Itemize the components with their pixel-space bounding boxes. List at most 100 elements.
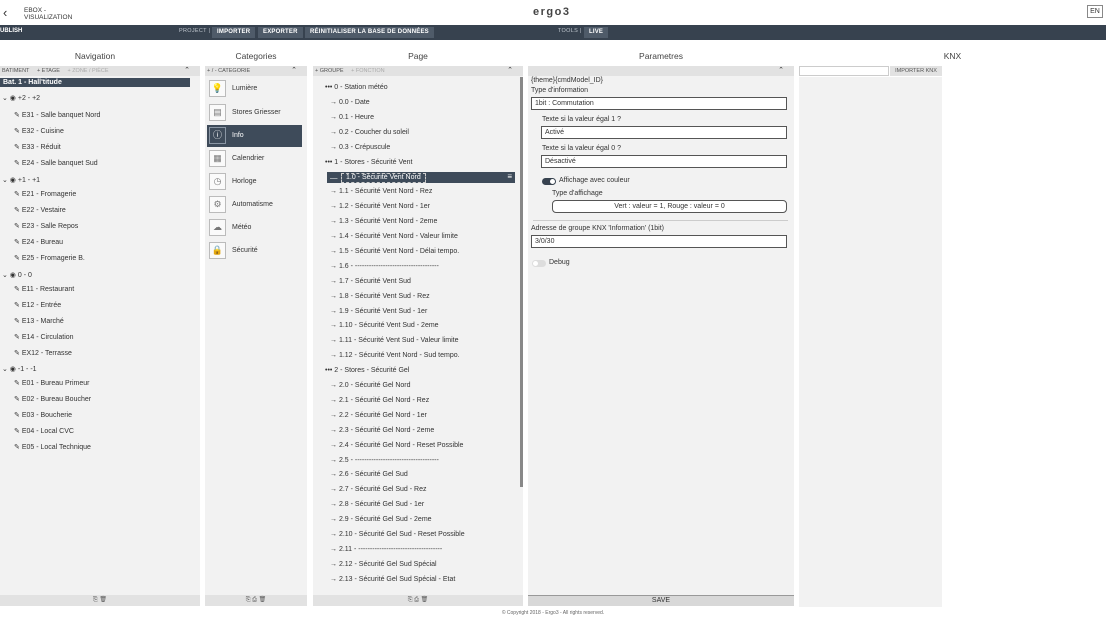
page-group[interactable]: ••• 2 - Stores - Sécurité Gel xyxy=(325,367,409,374)
nav-room[interactable]: ✎ E33 - Réduit xyxy=(14,143,61,151)
exporter-button[interactable]: EXPORTER xyxy=(258,27,303,38)
nav-room[interactable]: ✎ E02 - Bureau Boucher xyxy=(14,395,91,403)
nav-room[interactable]: ✎ E14 - Circulation xyxy=(14,333,74,341)
add-category-button[interactable]: + / - CATEGORIE xyxy=(207,68,250,74)
category-item[interactable]: ⓘ Info xyxy=(207,125,302,147)
page-function[interactable]: → 1.12 - Sécurité Vent Nord - Sud tempo. xyxy=(330,352,460,359)
import-knx-button[interactable]: IMPORTER KNX xyxy=(890,66,942,76)
page-function[interactable]: → 1.10 - Sécurité Vent Sud - 2eme xyxy=(330,322,439,329)
page-footer[interactable]: ⎘ ⎙ 🗑 xyxy=(313,595,523,606)
nav-floor[interactable]: ⌄ ◉ 0 - 0 xyxy=(2,271,32,279)
page-function[interactable]: → 1.5 - Sécurité Vent Nord - Délai tempo… xyxy=(330,248,459,255)
category-item[interactable]: 🔒 Sécurité xyxy=(207,240,302,262)
page-function[interactable]: → 1.9 - Sécurité Vent Sud - 1er xyxy=(330,308,427,315)
nav-room[interactable]: ✎ E32 - Cuisine xyxy=(14,127,64,135)
menu-icon[interactable]: ≡ xyxy=(507,172,512,181)
nav-room[interactable]: ✎ E03 - Boucherie xyxy=(14,411,72,419)
save-button[interactable]: SAVE xyxy=(528,595,794,606)
text0-input[interactable]: Désactivé xyxy=(541,155,787,168)
add-groupe-button[interactable]: + GROUPE xyxy=(315,68,344,74)
page-function[interactable]: → 0.3 - Crépuscule xyxy=(330,144,390,151)
categories-footer[interactable]: ⎘ ⎙ 🗑 xyxy=(205,595,307,606)
collapse-chevron-icon[interactable]: ⌃ xyxy=(507,66,513,76)
nav-room[interactable]: ✎ E05 - Local Technique xyxy=(14,443,91,451)
nav-floor[interactable]: ⌄ ◉ -1 - -1 xyxy=(2,365,37,373)
page-group[interactable]: ••• 1 - Stores - Sécurité Vent xyxy=(325,159,413,166)
page-function[interactable]: → 2.10 - Sécurité Gel Sud - Reset Possib… xyxy=(330,531,465,538)
page-scrollbar[interactable] xyxy=(520,77,523,487)
language-button[interactable]: EN xyxy=(1087,5,1103,18)
page-function[interactable]: → 2.8 - Sécurité Gel Sud - 1er xyxy=(330,501,424,508)
page-function[interactable]: → 2.0 - Sécurité Gel Nord xyxy=(330,382,411,389)
page-group[interactable]: ••• 0 - Station météo xyxy=(325,84,388,91)
nav-room[interactable]: ✎ E25 - Fromagerie B. xyxy=(14,254,85,262)
nav-floor[interactable]: ⌄ ◉ +2 - +2 xyxy=(2,94,40,102)
page-function[interactable]: → 1.1 - Sécurité Vent Nord - Rez xyxy=(330,188,432,195)
page-function[interactable]: → 2.1 - Sécurité Gel Nord - Rez xyxy=(330,397,429,404)
page-function[interactable]: → 2.11 - -------------------------------… xyxy=(330,546,442,553)
nav-room[interactable]: ✎ E24 - Bureau xyxy=(14,238,63,246)
page-function[interactable]: → 2.7 - Sécurité Gel Sud - Rez xyxy=(330,486,426,493)
add-fonction-button[interactable]: + FONCTION xyxy=(351,68,384,74)
page-function[interactable]: → 2.12 - Sécurité Gel Sud Spécial xyxy=(330,561,437,568)
add-etage-button[interactable]: + ETAGE xyxy=(37,68,60,74)
knx-file-input[interactable] xyxy=(799,66,889,76)
page-function[interactable]: → 0.1 - Heure xyxy=(330,114,374,121)
nav-room[interactable]: ✎ E31 - Salle banquet Nord xyxy=(14,111,100,119)
nav-room[interactable]: ✎ E23 - Salle Repos xyxy=(14,222,78,230)
type-info-select[interactable]: 1bit : Commutation xyxy=(531,97,787,110)
page-function[interactable]: → 1.4 - Sécurité Vent Nord - Valeur limi… xyxy=(330,233,458,240)
page-function[interactable]: → 1.2 - Sécurité Vent Nord - 1er xyxy=(330,203,430,210)
reset-database-button[interactable]: RÉINITIALISER LA BASE DE DONNÉES xyxy=(305,27,434,38)
category-item[interactable]: ▤ Stores Griesser xyxy=(207,102,302,124)
category-item[interactable]: 💡 Lumière xyxy=(207,78,302,100)
knx-address-input[interactable]: 3/0/30 xyxy=(531,235,787,248)
category-item[interactable]: ⚙ Automatisme xyxy=(207,194,302,216)
importer-button[interactable]: IMPORTER xyxy=(212,27,256,38)
back-icon[interactable]: ‹ xyxy=(3,5,7,20)
page-function[interactable]: → 2.4 - Sécurité Gel Nord - Reset Possib… xyxy=(330,442,463,449)
page-function[interactable]: → 1.7 - Sécurité Vent Sud xyxy=(330,278,411,285)
category-item[interactable]: ☁ Météo xyxy=(207,217,302,239)
nav-room[interactable]: ✎ E12 - Entrée xyxy=(14,301,61,309)
collapse-chevron-icon[interactable]: ⌃ xyxy=(184,66,190,76)
color-display-toggle[interactable] xyxy=(542,178,556,185)
page-function[interactable]: → 2.9 - Sécurité Gel Sud - 2eme xyxy=(330,516,432,523)
nav-floor[interactable]: ⌄ ◉ +1 - +1 xyxy=(2,176,40,184)
debug-toggle[interactable] xyxy=(532,260,546,267)
collapse-chevron-icon[interactable]: ⌃ xyxy=(291,66,297,76)
page-function[interactable]: → 1.8 - Sécurité Vent Sud - Rez xyxy=(330,293,430,300)
display-type-select[interactable]: Vert : valeur = 1, Rouge : valeur = 0 xyxy=(552,200,787,213)
nav-room[interactable]: ✎ E01 - Bureau Primeur xyxy=(14,379,90,387)
page-function[interactable]: → 1.3 - Sécurité Vent Nord - 2eme xyxy=(330,218,437,225)
nav-building[interactable]: Bat. 1 - Hall'titude xyxy=(0,78,190,87)
collapse-chevron-icon[interactable]: ⌃ xyxy=(778,66,784,76)
page-function[interactable]: → 2.3 - Sécurité Gel Nord - 2eme xyxy=(330,427,434,434)
text1-input[interactable]: Activé xyxy=(541,126,787,139)
page-function[interactable]: → 2.2 - Sécurité Gel Nord - 1er xyxy=(330,412,427,419)
nav-room[interactable]: ✎ E21 - Fromagerie xyxy=(14,190,76,198)
add-zone-button[interactable]: + ZONE / PIÈCE xyxy=(67,68,108,74)
page-item-selected[interactable]: —1.0 - Sécurité Vent Nord ≡ xyxy=(327,172,515,184)
category-label: Horloge xyxy=(232,178,257,185)
page-function[interactable]: → 2.5 - --------------------------------… xyxy=(330,457,439,464)
category-item[interactable]: ◷ Horloge xyxy=(207,171,302,193)
nav-room[interactable]: ✎ E11 - Restaurant xyxy=(14,285,74,293)
live-button[interactable]: LIVE xyxy=(584,27,609,38)
type-info-label: Type d'information xyxy=(531,87,588,94)
page-function[interactable]: → 1.6 - --------------------------------… xyxy=(330,263,439,270)
page-function[interactable]: → 2.6 - Sécurité Gel Sud xyxy=(330,471,408,478)
navigation-footer[interactable]: ⎘ 🗑 xyxy=(0,595,200,606)
nav-room[interactable]: ✎ E04 - Local CVC xyxy=(14,427,74,435)
page-function[interactable]: → 0.0 - Date xyxy=(330,99,370,106)
nav-room[interactable]: ✎ EX12 - Terrasse xyxy=(14,349,72,357)
nav-room[interactable]: ✎ E22 - Vestaire xyxy=(14,206,66,214)
page-function[interactable]: → 2.13 - Sécurité Gel Sud Spécial - Etat xyxy=(330,576,455,583)
page-function[interactable]: → 1.11 - Sécurité Vent Sud - Valeur limi… xyxy=(330,337,459,344)
category-item[interactable]: ▦ Calendrier xyxy=(207,148,302,170)
add-batiment-button[interactable]: BATIMENT xyxy=(2,68,29,74)
nav-room[interactable]: ✎ E13 - Marché xyxy=(14,317,64,325)
page-function[interactable]: → 0.2 - Coucher du soleil xyxy=(330,129,409,136)
publish-button[interactable]: UBLISH xyxy=(0,28,22,34)
nav-room[interactable]: ✎ E24 - Salle banquet Sud xyxy=(14,159,98,167)
